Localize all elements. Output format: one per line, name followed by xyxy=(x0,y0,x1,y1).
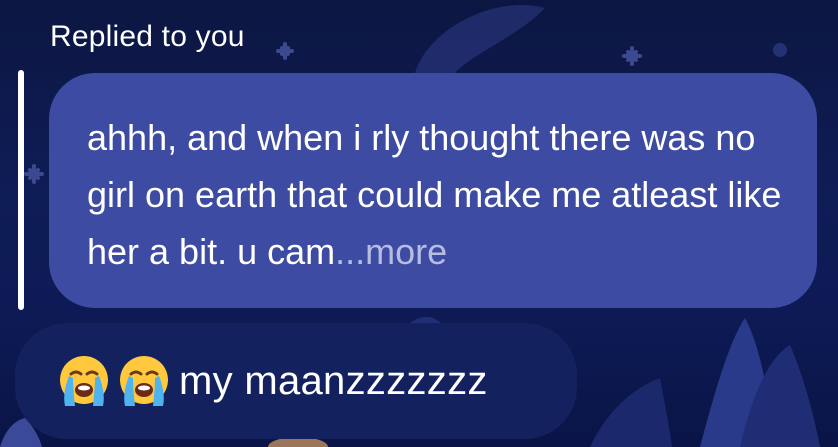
more-link[interactable]: ...more xyxy=(335,231,447,272)
loudly-crying-face-icon xyxy=(120,356,168,406)
background-tree-shape xyxy=(590,378,672,447)
background-snowflake-icon xyxy=(24,164,44,184)
reply-message-text: my maanzzzzzzz xyxy=(179,358,488,403)
reply-indicator-bar xyxy=(18,70,24,310)
loudly-crying-face-icon xyxy=(60,356,108,406)
quoted-message-bubble[interactable]: ahhh, and when i rly thought there was n… xyxy=(49,73,817,308)
more-ellipsis: ... xyxy=(335,231,366,272)
more-label: more xyxy=(365,231,448,272)
background-snowflake-icon xyxy=(276,42,294,60)
reply-message-bubble[interactable]: my maanzzzzzzz xyxy=(15,323,577,439)
quoted-message-text-block: ahhh, and when i rly thought there was n… xyxy=(87,109,787,280)
background-dot xyxy=(773,43,787,57)
replied-to-you-label: Replied to you xyxy=(50,20,245,53)
background-snowflake-icon xyxy=(622,46,642,66)
story-reply-screen: Replied to you ahhh, and when i rly thou… xyxy=(0,0,838,447)
background-wave-shape xyxy=(415,4,545,73)
